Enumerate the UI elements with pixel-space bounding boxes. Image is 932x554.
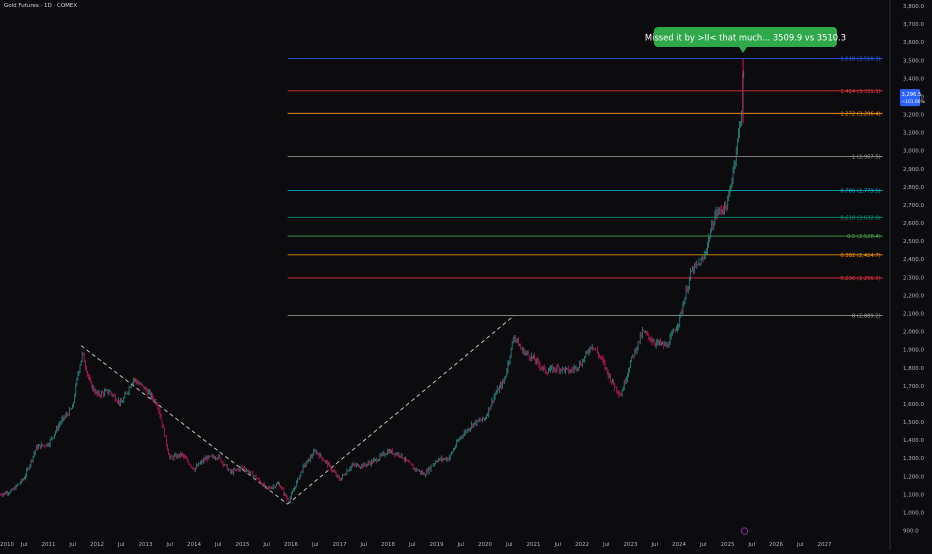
x-tick-label: 2023 [624,542,638,548]
x-tick-label: 2027 [818,542,832,548]
y-tick-label: 3,000.0 [903,149,924,155]
x-tick-label: 2026 [769,542,783,548]
y-tick-label: 1,300.0 [903,456,924,462]
y-tick-label: 1,600.0 [903,402,924,408]
trend-line [287,315,515,505]
y-tick-label: 2,400.0 [903,257,924,263]
price-chart[interactable]: 900.0 1,000.0 1,100.0 1,200.0 1,300.0 1,400.0… [0,0,932,550]
last-price-value: 3,296.5 [902,92,922,98]
y-tick-label: 3,500.0 [903,58,924,64]
x-tick-label: Jul [505,542,513,548]
x-tick-label: Jul [20,542,28,548]
y-tick-label: 2,300.0 [903,275,924,281]
y-tick-label: 1,400.0 [903,438,924,444]
fib-level-label: 0.5 (2,528.4) [847,234,881,240]
fib-level-label: 0.382 (2,424.7) [840,253,880,259]
fib-level-label: 0.786 (2,779.5) [840,189,880,195]
x-tick-label: Jul [602,542,610,548]
x-tick-label: Jul [699,542,707,548]
x-tick-label: 2024 [672,542,686,548]
x-tick-label: 2022 [575,542,589,548]
y-tick-label: 2,500.0 [903,239,924,245]
x-tick-label: 2012 [90,542,104,548]
chart-area[interactable]: Gold Futures · 1D · COMEX 900.0 1,000.0 1,… [0,0,932,550]
price-series [0,58,745,504]
y-tick-label: 2,200.0 [903,293,924,299]
x-tick-label: 2017 [333,542,347,548]
annotation-text: Missed it by >II< that much... 3509.9 vs… [645,33,846,43]
event-marker-icon [740,527,749,535]
y-tick-label: 1,000.0 [903,510,924,516]
y-tick-label: 3,600.0 [903,40,924,46]
fib-level-label: 1.414 (3,331.1) [840,89,880,95]
y-tick-label: 1,700.0 [903,384,924,390]
fib-level-label: 0.236 (2,296.5) [840,276,880,282]
fib-level-label: 0 (2,089.2) [852,313,881,319]
x-tick-label: Jul [165,542,173,548]
y-tick-label: 1,100.0 [903,492,924,498]
y-tick-label: 3,700.0 [903,22,924,28]
y-tick-label: 3,800.0 [903,4,924,10]
y-tick-label: 3,200.0 [903,113,924,119]
y-tick-label: 2,800.0 [903,185,924,191]
y-tick-label: 3,100.0 [903,131,924,137]
x-tick-label: Jul [553,542,561,548]
x-tick-label: Jul [68,542,76,548]
x-tick-label: 2020 [478,542,492,548]
x-tick-label: Jul [214,542,222,548]
x-tick-label: 2025 [721,542,735,548]
x-tick-label: Jul [359,542,367,548]
y-tick-label: 2,100.0 [903,312,924,318]
fib-level-label: 1.272 (3,206.4) [840,111,880,117]
trend-line [80,345,288,505]
fib-level-label: 1.618 (3,510.3) [840,56,880,62]
y-tick-label: 1,900.0 [903,348,924,354]
last-price-change: −101.66% [902,99,925,105]
fib-level-label: 1 (2,967.5) [852,155,881,161]
x-tick-label: Jul [262,542,270,548]
y-tick-label: 900.0 [903,529,919,535]
y-tick-label: 2,700.0 [903,203,924,209]
x-tick-label: 2011 [42,542,56,548]
x-tick-label: Jul [408,542,416,548]
x-tick-label: Jul [117,542,125,548]
y-tick-label: 2,000.0 [903,330,924,336]
x-tick-label: 2019 [430,542,444,548]
fib-level-label: 0.618 (2,632.0) [840,215,880,221]
x-tick-label: 2014 [187,542,201,548]
x-tick-label: Jul [456,542,464,548]
x-tick-label: 2015 [236,542,250,548]
x-tick-label: 2016 [284,542,298,548]
x-tick-label: Jul [796,542,804,548]
annotation-pointer [739,47,748,53]
y-tick-label: 1,500.0 [903,420,924,426]
y-tick-label: 2,900.0 [903,167,924,173]
y-tick-label: 3,400.0 [903,76,924,82]
y-tick-label: 2,600.0 [903,221,924,227]
x-tick-label: 2013 [139,542,153,548]
x-tick-label: 2018 [381,542,395,548]
x-tick-label: 2021 [527,542,541,548]
y-tick-label: 1,800.0 [903,366,924,372]
y-tick-label: 1,200.0 [903,474,924,480]
x-tick-label: Jul [747,542,755,548]
x-tick-label: Jul [311,542,319,548]
symbol-title: Gold Futures · 1D · COMEX [4,3,78,9]
x-tick-label: 2010 [0,542,14,548]
x-tick-label: Jul [650,542,658,548]
